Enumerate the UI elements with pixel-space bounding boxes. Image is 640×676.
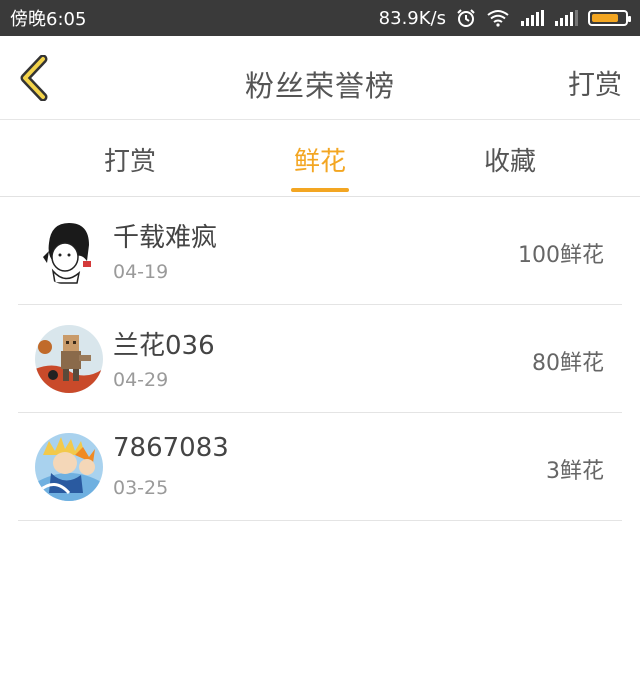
fan-name: 7867083: [113, 433, 229, 463]
alarm-icon: [456, 8, 476, 28]
tab-label: 收藏: [483, 146, 536, 177]
battery-fill: [592, 14, 618, 22]
status-bar: 傍晚6:05 83.9K/s: [0, 0, 640, 36]
tab-label: 打赏: [103, 146, 156, 177]
status-time: 傍晚6:05: [10, 9, 87, 30]
wifi-icon: [486, 9, 510, 27]
fan-date: 04-19: [113, 261, 169, 283]
battery-icon: [588, 10, 631, 26]
fan-date: 04-29: [113, 369, 169, 391]
reward-button[interactable]: 打赏: [568, 63, 622, 102]
active-tab-indicator: [291, 188, 349, 192]
fan-name: 兰花036: [113, 331, 215, 361]
list-item[interactable]: 7867083 03-25 3鲜花: [18, 413, 622, 521]
flower-count: 100鲜花: [518, 243, 604, 268]
page-title: 粉丝荣誉榜: [244, 69, 395, 103]
fan-name: 千载难疯: [113, 223, 218, 253]
signal-icon: [554, 10, 578, 26]
flower-count: 3鲜花: [546, 459, 604, 484]
avatar: [35, 325, 103, 393]
tab-reward[interactable]: 打赏: [50, 121, 210, 197]
status-right-group: 83.9K/s: [378, 7, 631, 29]
fan-date: 03-25: [113, 477, 169, 499]
signal-icon: [520, 10, 544, 26]
net-speed: 83.9K/s: [378, 7, 446, 29]
avatar: [35, 217, 103, 285]
list-item[interactable]: 千载难疯 04-19 100鲜花: [18, 197, 622, 305]
tab-favorites[interactable]: 收藏: [430, 121, 590, 197]
tab-bar: 打赏 鲜花 收藏: [0, 121, 640, 197]
flower-count: 80鲜花: [532, 351, 604, 376]
avatar: [35, 433, 103, 501]
top-bar: 粉丝荣誉榜 打赏: [0, 36, 640, 120]
tab-label: 鲜花: [293, 146, 346, 177]
list-item[interactable]: 兰花036 04-29 80鲜花: [18, 305, 622, 413]
fan-list: 千载难疯 04-19 100鲜花 兰花036 04-29 80鲜花 786708…: [18, 197, 622, 521]
tab-flowers[interactable]: 鲜花: [240, 121, 400, 197]
